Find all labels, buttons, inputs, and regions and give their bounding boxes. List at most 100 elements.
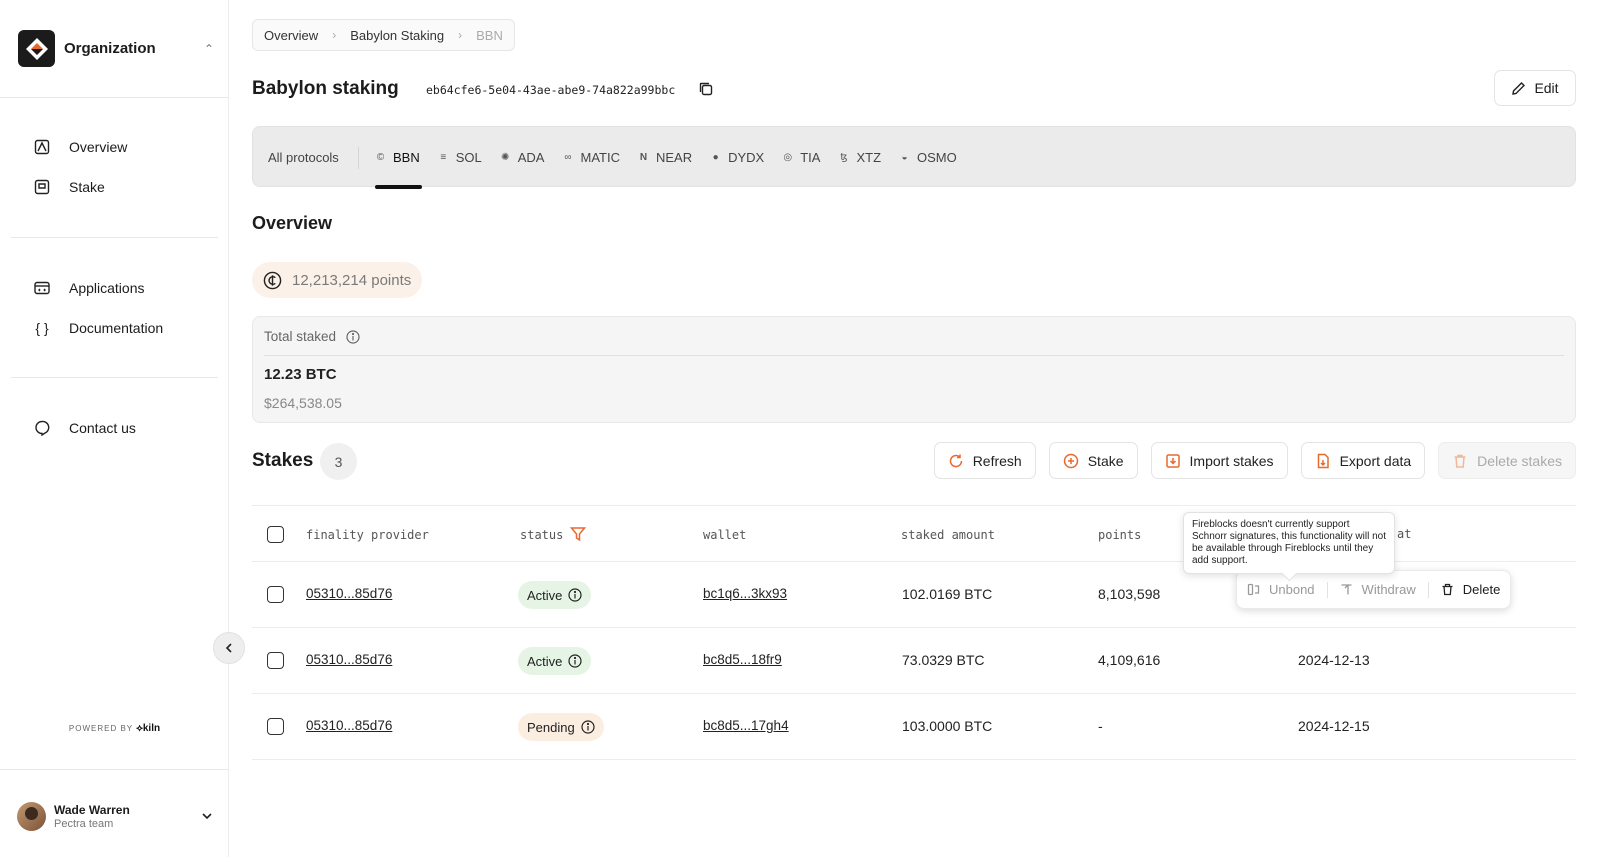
dydx-icon: ● <box>712 152 719 163</box>
powered-by-label: POWERED BY <box>68 724 133 733</box>
documentation-icon: { } <box>35 320 49 336</box>
breadcrumb-item[interactable]: Overview <box>264 28 318 43</box>
withdraw-icon <box>1341 584 1352 595</box>
withdraw-label: Withdraw <box>1361 582 1416 597</box>
total-staked-usd: $264,538.05 <box>264 395 342 411</box>
pencil-icon <box>1512 81 1526 95</box>
points-value: - <box>1098 718 1103 734</box>
kiln-brand: kiln <box>142 723 161 734</box>
sidebar-item-contact[interactable]: Contact us <box>33 417 136 439</box>
row-checkbox[interactable] <box>267 652 284 669</box>
import-stakes-button[interactable]: Import stakes <box>1150 442 1288 479</box>
sidebar: Organization ⌃ Overview Stake Applicatio… <box>0 0 229 857</box>
breadcrumb: Overview › Babylon Staking › BBN <box>252 19 515 51</box>
wallet-link[interactable]: bc8d5...18fr9 <box>703 652 782 667</box>
import-label: Import stakes <box>1189 452 1274 469</box>
withdraw-button[interactable]: Withdraw <box>1340 582 1416 597</box>
import-icon <box>1165 453 1180 468</box>
stake-button[interactable]: Stake <box>1048 442 1138 479</box>
chevron-down-icon <box>202 813 212 820</box>
near-icon: N <box>639 152 648 163</box>
tab-label: TIA <box>800 150 821 165</box>
refresh-label: Refresh <box>972 452 1022 469</box>
sidebar-item-label: Contact us <box>69 420 136 436</box>
fireblocks-tooltip: Fireblocks doesn't currently support Sch… <box>1183 512 1395 574</box>
provider-link[interactable]: 05310...85d76 <box>306 718 392 733</box>
tab-label: MATIC <box>580 150 620 165</box>
delete-button[interactable]: Delete <box>1441 582 1500 597</box>
column-header-status: status <box>520 528 564 542</box>
stakes-actions: Refresh Stake Import stakes Export data … <box>921 442 1576 479</box>
tab-label: ADA <box>517 150 545 165</box>
breadcrumb-item[interactable]: Babylon Staking <box>350 28 444 43</box>
delete-stakes-button[interactable]: Delete stakes <box>1438 442 1576 479</box>
points-value: 8,103,598 <box>1098 586 1161 602</box>
row-checkbox[interactable] <box>267 718 284 735</box>
provider-link[interactable]: 05310...85d76 <box>306 586 392 601</box>
stakes-count-badge: 3 <box>320 443 357 480</box>
edit-button[interactable]: Edit <box>1494 70 1576 106</box>
sidebar-item-stake[interactable]: Stake <box>33 176 105 198</box>
tab-xtz[interactable]: ꜩ XTZ <box>837 127 881 188</box>
org-name: Organization <box>64 40 156 57</box>
avatar <box>17 801 46 831</box>
info-icon[interactable] <box>581 720 595 734</box>
tab-all-protocols[interactable]: All protocols <box>268 150 339 165</box>
user-team: Pectra team <box>54 817 114 830</box>
sidebar-item-label: Documentation <box>69 320 164 336</box>
tab-label: DYDX <box>728 150 765 165</box>
tia-icon: ◎ <box>783 152 793 163</box>
total-staked-card: Total staked 12.23 BTC $264,538.05 <box>252 316 1576 423</box>
export-label: Export data <box>1339 452 1412 469</box>
overview-icon <box>33 138 51 156</box>
tab-bbn[interactable]: © BBN <box>374 127 422 189</box>
tab-ada[interactable]: ✺ ADA <box>499 127 545 188</box>
row-actions-menu: Unbond Withdraw Delete <box>1236 570 1512 609</box>
status-badge: Pending <box>518 713 604 741</box>
column-header-points: points <box>1098 528 1142 542</box>
staked-amount: 103.0000 BTC <box>902 718 993 734</box>
user-name: Wade Warren <box>54 802 130 817</box>
org-switcher[interactable]: Organization ⌃ <box>18 30 214 67</box>
info-icon[interactable] <box>568 588 583 602</box>
sidebar-item-documentation[interactable]: { } Documentation <box>33 317 163 339</box>
stake-icon <box>33 178 51 196</box>
powered-by: POWERED BY ⟡kiln <box>0 723 229 734</box>
tab-dydx[interactable]: ● DYDX <box>709 127 765 188</box>
collapse-sidebar-button[interactable] <box>213 632 245 664</box>
sidebar-item-overview[interactable]: Overview <box>33 136 127 158</box>
info-icon[interactable] <box>568 654 583 668</box>
date-value: 2024-12-15 <box>1298 718 1370 734</box>
table-row[interactable]: 05310...85d76 Active bc8d5...18fr9 73.03… <box>252 628 1576 694</box>
chevron-right-icon: › <box>332 28 337 42</box>
wallet-link[interactable]: bc8d5...17gh4 <box>703 718 789 733</box>
main-content: Overview › Babylon Staking › BBN Babylon… <box>252 0 1576 857</box>
chevron-right-icon: › <box>458 28 463 42</box>
info-icon[interactable] <box>346 329 360 344</box>
filter-icon[interactable] <box>570 526 586 542</box>
provider-link[interactable]: 05310...85d76 <box>306 652 392 667</box>
wallet-link[interactable]: bc1q6...3kx93 <box>703 586 787 601</box>
export-data-button[interactable]: Export data <box>1300 442 1426 479</box>
tab-sol[interactable]: ≡ SOL <box>437 127 481 188</box>
status-label: Active <box>527 653 563 669</box>
tab-matic[interactable]: ∞ MATIC <box>561 127 620 188</box>
refresh-button[interactable]: Refresh <box>933 442 1036 479</box>
row-checkbox[interactable] <box>267 586 284 603</box>
edit-label: Edit <box>1534 80 1559 96</box>
staked-amount: 73.0329 BTC <box>902 652 985 668</box>
copy-icon[interactable] <box>698 81 714 97</box>
tab-near[interactable]: N NEAR <box>637 127 692 188</box>
table-row[interactable]: 05310...85d76 Pending bc8d5...17gh4 103.… <box>252 694 1576 760</box>
user-menu[interactable]: Wade Warren Pectra team <box>17 800 213 832</box>
entity-id: eb64cfe6-5e04-43ae-abe9-74a822a99bbc <box>426 83 676 97</box>
select-all-checkbox[interactable] <box>267 526 284 543</box>
tab-osmo[interactable]: ◒ OSMO <box>898 127 956 188</box>
column-header-amount: staked amount <box>901 528 995 542</box>
unbond-button[interactable]: Unbond <box>1247 582 1315 597</box>
column-header-wallet: wallet <box>703 528 747 542</box>
overview-heading: Overview <box>252 213 333 233</box>
sidebar-item-applications[interactable]: Applications <box>33 277 145 299</box>
tab-tia[interactable]: ◎ TIA <box>781 127 820 188</box>
status-label: Active <box>527 587 563 603</box>
